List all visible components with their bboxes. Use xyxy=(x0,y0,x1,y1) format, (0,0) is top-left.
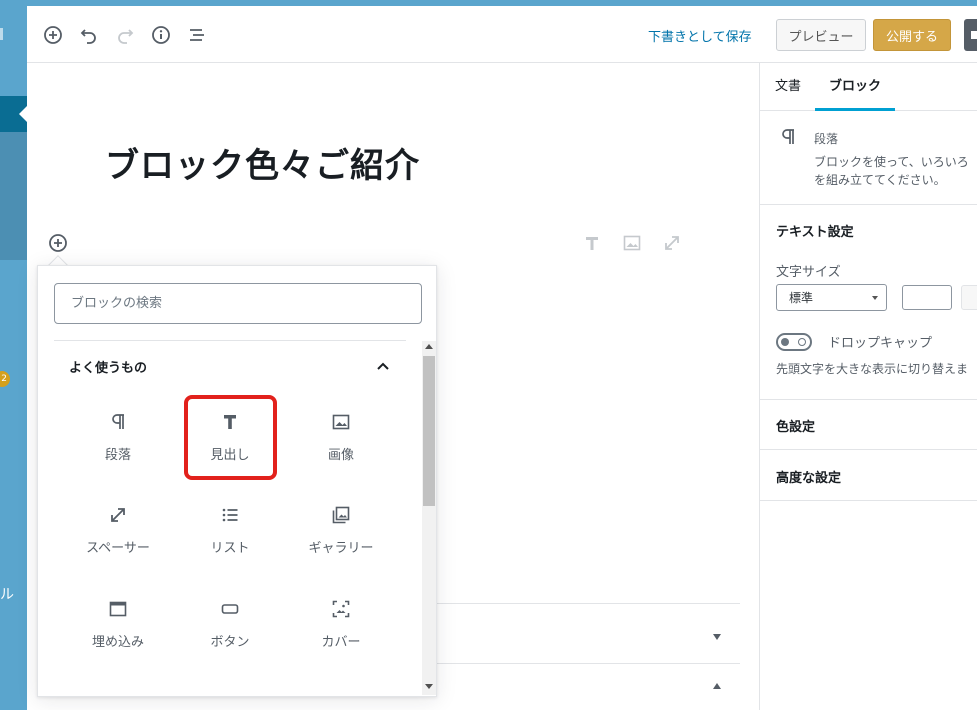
block-search-input[interactable] xyxy=(54,283,422,324)
paragraph-icon xyxy=(778,127,802,151)
sidebar-divider xyxy=(760,500,977,501)
gear-icon xyxy=(971,31,977,39)
block-inserter-popover: よく使うもの 段落 見出し 画像 スペーサー リスト xyxy=(37,265,437,697)
block-item-label: 段落 xyxy=(104,448,131,463)
panel-divider xyxy=(437,663,740,664)
block-card-description-line: を組み立ててください。 xyxy=(814,173,946,187)
add-block-icon[interactable] xyxy=(42,24,64,46)
add-heading-shortcut-icon[interactable] xyxy=(582,233,602,253)
block-card: 段落 ブロックを使って、いろいろ を組み立ててください。 xyxy=(760,111,977,205)
panel-divider xyxy=(437,603,740,604)
list-icon xyxy=(218,503,242,527)
sidebar-divider xyxy=(760,399,977,400)
post-title[interactable]: ブロック色々ご紹介 xyxy=(105,138,420,187)
preview-button[interactable]: プレビュー xyxy=(776,19,866,51)
drop-cap-toggle[interactable] xyxy=(776,333,812,351)
block-item-label: ギャラリー xyxy=(308,541,374,556)
block-card-title: 段落 xyxy=(814,132,839,146)
embed-icon xyxy=(106,597,130,621)
settings-gear-button[interactable] xyxy=(964,19,977,51)
undo-icon[interactable] xyxy=(78,24,100,46)
spacer-icon xyxy=(106,503,130,527)
block-card-description: ブロックを使って、いろいろ を組み立ててください。 xyxy=(814,153,977,189)
admin-submenu[interactable] xyxy=(0,132,27,260)
panel-title-common[interactable]: よく使うもの xyxy=(69,357,147,376)
block-item-label: 画像 xyxy=(327,448,354,463)
block-item-image[interactable]: 画像 xyxy=(291,396,391,480)
font-size-label: 文字サイズ xyxy=(776,265,841,280)
heading-highlight-annotation xyxy=(184,395,277,480)
font-size-select[interactable]: 標準 xyxy=(776,284,887,311)
outline-icon[interactable] xyxy=(186,24,208,46)
chevron-up-icon[interactable] xyxy=(372,355,394,377)
inline-inserter-icon[interactable] xyxy=(47,232,69,254)
redo-icon[interactable] xyxy=(114,24,136,46)
block-item-button[interactable]: ボタン xyxy=(180,583,280,667)
block-item-paragraph[interactable]: 段落 xyxy=(68,396,168,480)
add-spacer-shortcut-icon[interactable] xyxy=(662,233,682,253)
gallery-icon xyxy=(329,503,353,527)
block-item-label: ボタン xyxy=(210,635,250,650)
publish-button[interactable]: 公開する xyxy=(873,19,951,51)
admin-menu-active-arrow xyxy=(19,106,27,122)
block-item-gallery[interactable]: ギャラリー xyxy=(291,489,391,573)
text-settings-title[interactable]: テキスト設定 xyxy=(776,221,854,240)
block-item-label: スペーサー xyxy=(86,541,150,556)
save-draft-link[interactable]: 下書きとして保存 xyxy=(648,26,752,45)
paragraph-icon xyxy=(106,410,130,434)
scroll-up-arrow-icon[interactable] xyxy=(425,344,433,349)
admin-sidebar: 2 ル xyxy=(0,0,27,710)
cover-icon xyxy=(329,597,353,621)
custom-font-size-input[interactable] xyxy=(902,285,952,310)
info-icon[interactable] xyxy=(150,24,172,46)
font-size-select-value: 標準 xyxy=(789,291,814,305)
chevron-up-icon[interactable] xyxy=(713,683,721,689)
drop-cap-label: ドロップキャップ xyxy=(828,336,933,351)
image-icon xyxy=(329,410,353,434)
chevron-down-icon[interactable] xyxy=(713,634,721,640)
editor-header: 下書きとして保存 プレビュー 公開する xyxy=(27,6,977,63)
inserter-divider xyxy=(54,340,406,341)
scrollbar-thumb[interactable] xyxy=(423,356,435,506)
admin-menu-badge: 2 xyxy=(0,371,10,387)
block-item-label: 埋め込み xyxy=(91,635,144,650)
admin-menu-mark xyxy=(0,28,3,40)
tab-document[interactable]: 文書 xyxy=(775,63,801,111)
block-card-description-line: ブロックを使って、いろいろ xyxy=(814,155,969,169)
block-item-cover[interactable]: カバー xyxy=(291,583,391,667)
tab-block[interactable]: ブロック xyxy=(815,63,896,111)
font-size-reset-button[interactable] xyxy=(961,285,977,310)
block-item-list[interactable]: リスト xyxy=(180,489,280,573)
admin-menu-partial-label[interactable]: ル xyxy=(0,584,14,604)
advanced-settings-title[interactable]: 高度な設定 xyxy=(776,467,841,486)
sidebar-tabs: 文書 ブロック xyxy=(760,63,977,111)
block-item-embed[interactable]: 埋め込み xyxy=(68,583,168,667)
scroll-down-arrow-icon[interactable] xyxy=(425,684,433,689)
block-item-label: カバー xyxy=(321,635,361,650)
block-item-spacer[interactable]: スペーサー xyxy=(68,489,168,573)
toggle-knob xyxy=(781,338,789,346)
block-item-label: リスト xyxy=(210,541,250,556)
button-icon xyxy=(218,597,242,621)
settings-sidebar: 文書 ブロック 段落 ブロックを使って、いろいろ を組み立ててください。 テキス… xyxy=(759,63,977,710)
chevron-down-icon xyxy=(872,296,878,300)
toggle-off-indicator xyxy=(798,338,806,346)
add-image-shortcut-icon[interactable] xyxy=(622,233,642,253)
drop-cap-help: 先頭文字を大きな表示に切り替えま xyxy=(776,362,969,376)
sidebar-divider xyxy=(760,449,977,450)
color-settings-title[interactable]: 色設定 xyxy=(776,416,815,435)
